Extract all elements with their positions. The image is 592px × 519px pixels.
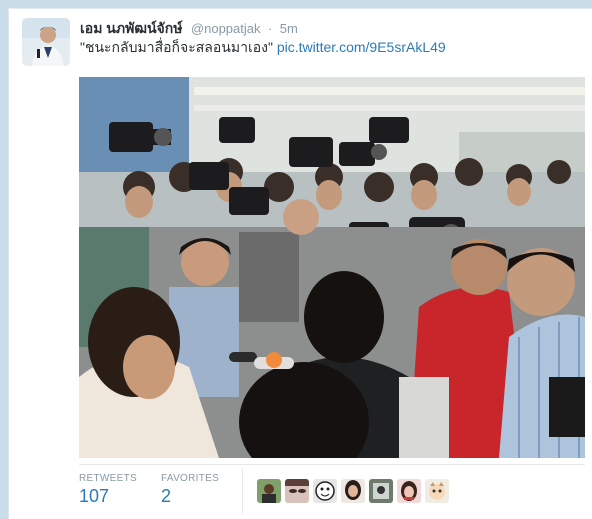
time-separator: · (267, 21, 273, 36)
tweet-timestamp[interactable]: 5m (280, 21, 298, 36)
retweets-count[interactable]: 107 (79, 486, 137, 507)
user-avatar[interactable] (22, 18, 70, 66)
favoriter-avatar-1[interactable] (257, 479, 281, 503)
favoriter-avatar-2[interactable] (285, 479, 309, 503)
favoriter-avatar-7[interactable] (425, 479, 449, 503)
favorites-stat[interactable]: FAVORITES 2 (161, 473, 219, 507)
favoriter-avatar-6[interactable] (397, 479, 421, 503)
favoriter-avatar-3[interactable] (313, 479, 337, 503)
tweet-media-link[interactable]: pic.twitter.com/9E5srAkL49 (277, 39, 446, 55)
stats-divider (242, 468, 243, 514)
tweet-text: "ชนะกลับมาสื่อก็จะสลอนมาเอง" pic.twitter… (80, 37, 446, 59)
media-divider (79, 464, 585, 465)
favorites-label: FAVORITES (161, 473, 220, 484)
retweets-stat[interactable]: RETWEETS 107 (79, 473, 137, 507)
tweet-card: เอม นภพัฒน์จักษ์ @noppatjak · 5m "ชนะกลั… (8, 8, 592, 519)
favoriter-avatar-5[interactable] (369, 479, 393, 503)
user-handle[interactable]: @noppatjak (191, 21, 261, 36)
press-crowd-photo (79, 77, 585, 458)
favorites-count[interactable]: 2 (161, 486, 219, 507)
user-fullname[interactable]: เอม นภพัฒน์จักษ์ (80, 20, 182, 36)
tweet-photo[interactable] (79, 77, 585, 458)
favoriter-avatar-4[interactable] (341, 479, 365, 503)
retweets-label: RETWEETS (79, 473, 137, 484)
tweet-body: "ชนะกลับมาสื่อก็จะสลอนมาเอง" (80, 39, 273, 55)
